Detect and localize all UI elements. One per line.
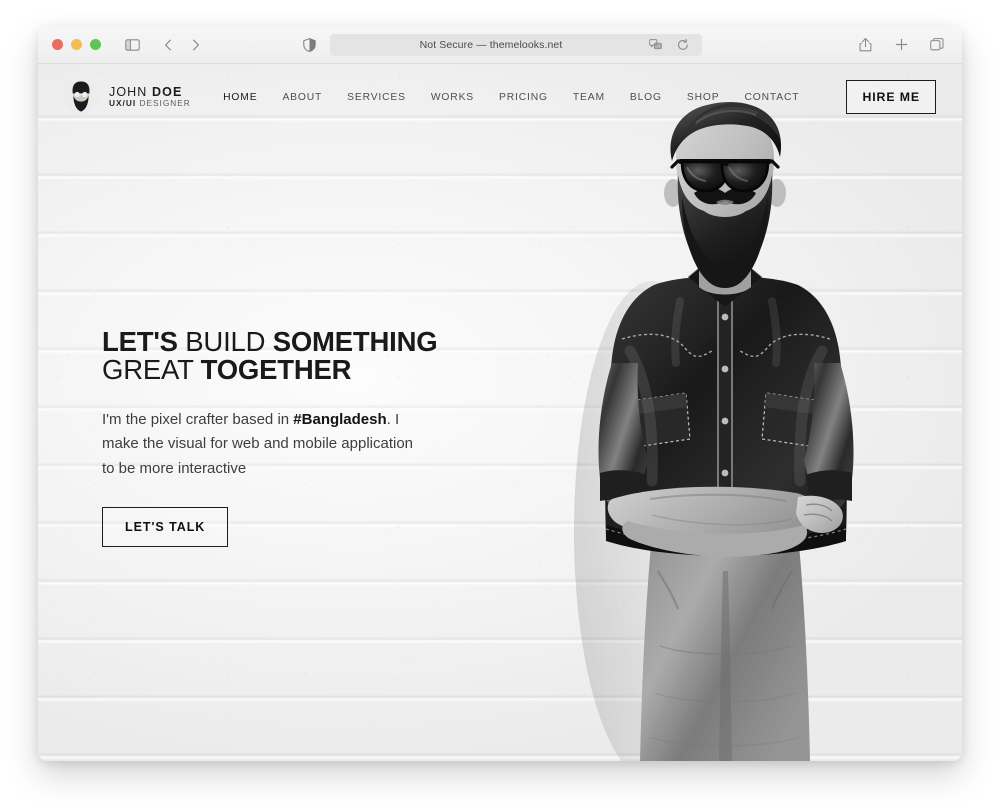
main-navigation: HOME ABOUT SERVICES WORKS PRICING TEAM B…	[223, 80, 936, 114]
minimize-window-button[interactable]	[71, 39, 82, 50]
nav-item-contact[interactable]: CONTACT	[745, 92, 800, 103]
hero-title-line-1: LET'S BUILD SOMETHING	[102, 326, 492, 357]
brand-name: JOHN DOE	[109, 85, 191, 100]
close-window-button[interactable]	[52, 39, 63, 50]
site-header: JOHN DOE UX/UI DESIGNER HOME ABOUT SERVI…	[38, 64, 962, 130]
hero-title-line-2: GREAT TOGETHER	[102, 356, 492, 384]
extension-icon[interactable]	[644, 34, 666, 56]
brand-avatar-icon	[64, 80, 98, 114]
forward-chevron-icon[interactable]	[185, 34, 207, 56]
share-icon[interactable]	[854, 34, 876, 56]
hero-copy: LET'S BUILD SOMETHING GREAT TOGETHER I'm…	[102, 326, 492, 547]
nav-item-services[interactable]: SERVICES	[347, 92, 406, 103]
lets-talk-button[interactable]: LET'S TALK	[102, 506, 229, 547]
browser-toolbar: Not Secure — themelooks.net	[38, 26, 962, 64]
hero-sub-hashtag: #Bangladesh	[293, 411, 387, 429]
nav-item-shop[interactable]: SHOP	[687, 92, 720, 103]
reload-icon[interactable]	[672, 34, 694, 56]
bearded-man-illustration	[574, 102, 854, 761]
nav-item-team[interactable]: TEAM	[573, 92, 605, 103]
hero-subtitle: I'm the pixel crafter based in #Banglade…	[102, 408, 427, 481]
nav-arrows	[157, 34, 207, 56]
toolbar-right-actions	[854, 34, 948, 56]
page-viewport: JOHN DOE UX/UI DESIGNER HOME ABOUT SERVI…	[38, 64, 962, 761]
sidebar-toggle-icon[interactable]	[121, 34, 143, 56]
brand-first-name: JOHN	[109, 84, 148, 99]
tab-overview-icon[interactable]	[926, 34, 948, 56]
brand-role: UX/UI DESIGNER	[109, 99, 191, 109]
hero-title-something: SOMETHING	[272, 326, 438, 357]
privacy-shield-icon[interactable]	[298, 34, 320, 56]
nav-item-home[interactable]: HOME	[223, 92, 257, 103]
brand-role-bold: UX/UI	[109, 98, 137, 109]
hero-title-great: GREAT	[102, 354, 201, 386]
url-text: Not Secure — themelooks.net	[419, 38, 563, 51]
nav-item-blog[interactable]: BLOG	[630, 92, 662, 103]
hero-title-build: BUILD	[185, 326, 273, 357]
brand-last-name: DOE	[152, 84, 183, 99]
browser-window: Not Secure — themelooks.net JOHN DOE UX/…	[38, 26, 962, 761]
nav-item-works[interactable]: WORKS	[431, 92, 474, 103]
brand-logo[interactable]: JOHN DOE UX/UI DESIGNER	[64, 80, 191, 114]
nav-item-pricing[interactable]: PRICING	[499, 92, 548, 103]
nav-item-about[interactable]: ABOUT	[282, 92, 322, 103]
back-chevron-icon[interactable]	[157, 34, 179, 56]
maximize-window-button[interactable]	[90, 39, 101, 50]
url-input[interactable]: Not Secure — themelooks.net	[330, 33, 702, 56]
hero-photo	[560, 101, 890, 761]
hero-title: LET'S BUILD SOMETHING GREAT TOGETHER	[102, 326, 492, 384]
hire-me-button[interactable]: HIRE ME	[846, 80, 936, 114]
plus-icon[interactable]	[890, 34, 912, 56]
hero-title-together: TOGETHER	[200, 354, 352, 386]
hero-sub-part-1: I'm the pixel crafter based in	[102, 411, 294, 429]
address-bar-actions	[644, 34, 694, 56]
brand-role-light: DESIGNER	[139, 98, 191, 109]
traffic-lights	[52, 39, 101, 50]
hero-title-lets: LET'S	[102, 326, 186, 357]
